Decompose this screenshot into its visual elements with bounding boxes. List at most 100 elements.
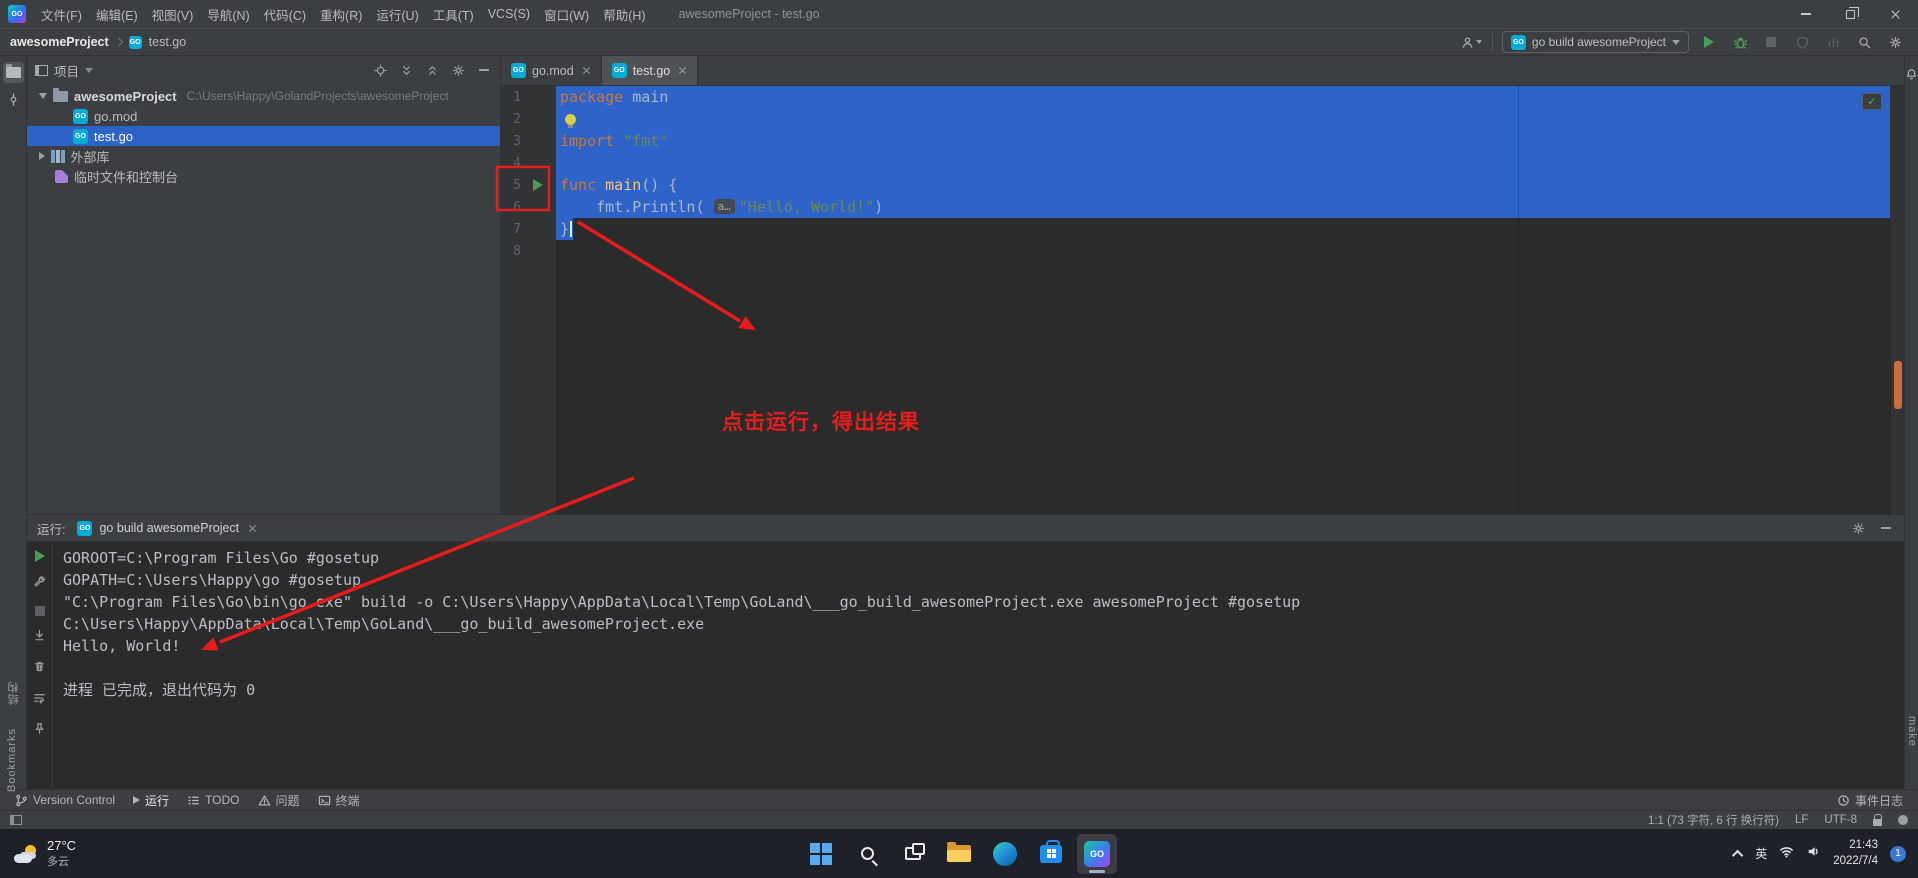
task-view-button[interactable]: [893, 834, 933, 874]
hide-panel-button[interactable]: [1878, 520, 1894, 536]
chevron-right-icon[interactable]: [39, 152, 45, 160]
bookmarks-toolwindow-button[interactable]: Bookmarks: [6, 728, 18, 792]
read-only-lock-icon[interactable]: [1873, 813, 1883, 826]
debug-button[interactable]: [1729, 31, 1751, 53]
close-icon[interactable]: [248, 524, 257, 533]
scratches-icon: [55, 169, 68, 183]
line-separator-indicator[interactable]: LF: [1795, 814, 1808, 826]
menu-window[interactable]: 窗口(W): [537, 0, 596, 28]
settings-gear-icon[interactable]: [1850, 520, 1866, 536]
encoding-indicator[interactable]: UTF-8: [1824, 814, 1857, 826]
ime-indicator[interactable]: 英: [1755, 845, 1767, 862]
tab-test-go[interactable]: GO test.go: [601, 56, 699, 85]
editor-scrollbar-stripe[interactable]: [1890, 86, 1904, 514]
menu-refactor[interactable]: 重构(R): [313, 0, 369, 28]
system-tray: 英 21:43 2022/7/4 1: [1732, 829, 1918, 878]
editor-body[interactable]: 1 2 3 4 5 6 7 8 package main import "fmt…: [501, 86, 1904, 514]
settings-gear-icon[interactable]: [450, 62, 466, 78]
user-avatar-icon[interactable]: [1461, 31, 1483, 53]
toolwindow-toggle-icon[interactable]: [10, 815, 22, 825]
start-button[interactable]: [801, 834, 841, 874]
run-toolwindow-button[interactable]: 运行: [124, 790, 178, 810]
commit-toolwindow-button[interactable]: [3, 89, 24, 110]
hidden-icons-chevron[interactable]: [1732, 849, 1744, 861]
menu-navigate[interactable]: 导航(N): [200, 0, 256, 28]
tree-item-scratches[interactable]: 临时文件和控制台: [27, 166, 500, 186]
version-control-toolwindow-button[interactable]: Version Control: [6, 790, 124, 810]
volume-icon[interactable]: [1806, 844, 1821, 864]
tree-item-root[interactable]: awesomeProject C:\Users\Happy\GolandProj…: [27, 86, 500, 106]
notification-badge[interactable]: 1: [1890, 845, 1906, 862]
tab-go-mod[interactable]: GO go.mod: [501, 56, 602, 85]
locate-file-button[interactable]: [372, 62, 388, 78]
tree-item-test-go[interactable]: GO test.go: [27, 126, 500, 146]
breadcrumb-project[interactable]: awesomeProject: [10, 35, 109, 49]
collapse-all-button[interactable]: [424, 62, 440, 78]
network-icon[interactable]: [1779, 844, 1794, 864]
terminal-toolwindow-button[interactable]: 终端: [309, 790, 369, 810]
edit-configuration-button[interactable]: [33, 575, 46, 593]
project-panel-title[interactable]: 项目: [54, 61, 79, 80]
event-log-button[interactable]: 事件日志: [1828, 792, 1912, 809]
search-everywhere-button[interactable]: [1853, 31, 1875, 53]
menu-file[interactable]: 文件(F): [34, 0, 89, 28]
inspections-profile-icon[interactable]: [1898, 815, 1908, 825]
taskbar-search-button[interactable]: [847, 834, 887, 874]
file-explorer-button[interactable]: [939, 834, 979, 874]
menu-help[interactable]: 帮助(H): [596, 0, 652, 28]
notifications-bell-icon[interactable]: [1905, 64, 1918, 85]
intention-bulb-icon[interactable]: [565, 114, 576, 128]
run-tab[interactable]: GO go build awesomeProject: [69, 515, 265, 541]
goland-taskbar-button[interactable]: GO: [1077, 833, 1117, 874]
soft-wrap-button[interactable]: [33, 691, 46, 709]
code-editor[interactable]: package main import "fmt" func main() { …: [556, 86, 1890, 514]
stop-button[interactable]: [1760, 31, 1782, 53]
project-root-path: C:\Users\Happy\GolandProjects\awesomePro…: [186, 89, 449, 103]
tree-item-go-mod[interactable]: GO go.mod: [27, 106, 500, 126]
right-tool-stripe: make: [1904, 56, 1918, 789]
run-console-output[interactable]: GOROOT=C:\Program Files\Go #gosetup GOPA…: [53, 542, 1904, 789]
coverage-button[interactable]: [1791, 31, 1813, 53]
todo-toolwindow-button[interactable]: TODO: [178, 790, 248, 810]
menu-code[interactable]: 代码(C): [257, 0, 313, 28]
breadcrumb-file[interactable]: test.go: [149, 35, 187, 49]
inspections-status-widget[interactable]: [1862, 93, 1882, 110]
project-root-name: awesomeProject: [74, 88, 177, 104]
edge-browser-button[interactable]: [985, 834, 1025, 874]
project-toolwindow-button[interactable]: [2, 62, 24, 83]
menu-view[interactable]: 视图(V): [145, 0, 201, 28]
profiler-button[interactable]: [1822, 31, 1844, 53]
weather-temp: 27°C: [47, 838, 77, 853]
chevron-down-icon[interactable]: [39, 93, 47, 99]
problems-toolwindow-button[interactable]: 问题: [249, 790, 309, 810]
run-button[interactable]: [1698, 31, 1720, 53]
settings-gear-button[interactable]: [1884, 31, 1906, 53]
toolwindow-label: 事件日志: [1854, 793, 1903, 808]
weather-widget[interactable]: 27°C 多云: [0, 838, 90, 869]
restore-button[interactable]: [1828, 0, 1873, 28]
caret-position[interactable]: 1:1 (73 字符, 6 行 换行符): [1648, 812, 1779, 828]
close-icon[interactable]: [582, 66, 591, 75]
make-toolwindow-button[interactable]: make: [1906, 716, 1918, 747]
minimize-button[interactable]: [1783, 0, 1828, 28]
close-button[interactable]: [1873, 0, 1918, 28]
pin-tab-button[interactable]: [33, 722, 46, 740]
scroll-to-end-button[interactable]: [33, 629, 46, 647]
run-config-select[interactable]: GO go build awesomeProject: [1501, 31, 1689, 53]
tree-item-external-libraries[interactable]: 外部库: [27, 146, 500, 166]
structure-toolwindow-button[interactable]: 结构: [6, 681, 22, 705]
menu-tools[interactable]: 工具(T): [426, 0, 481, 28]
hide-panel-button[interactable]: [476, 62, 492, 78]
menu-run[interactable]: 运行(U): [369, 0, 425, 28]
run-main-gutter-icon[interactable]: [533, 179, 543, 191]
clear-output-button[interactable]: [33, 660, 46, 678]
menu-vcs[interactable]: VCS(S): [481, 0, 537, 28]
microsoft-store-button[interactable]: [1031, 834, 1071, 874]
rerun-button[interactable]: [34, 550, 45, 562]
expand-all-button[interactable]: [398, 62, 414, 78]
stop-button[interactable]: [34, 606, 45, 616]
close-icon[interactable]: [678, 66, 687, 75]
taskbar-clock[interactable]: 21:43 2022/7/4: [1833, 838, 1878, 869]
menu-edit[interactable]: 编辑(E): [89, 0, 145, 28]
